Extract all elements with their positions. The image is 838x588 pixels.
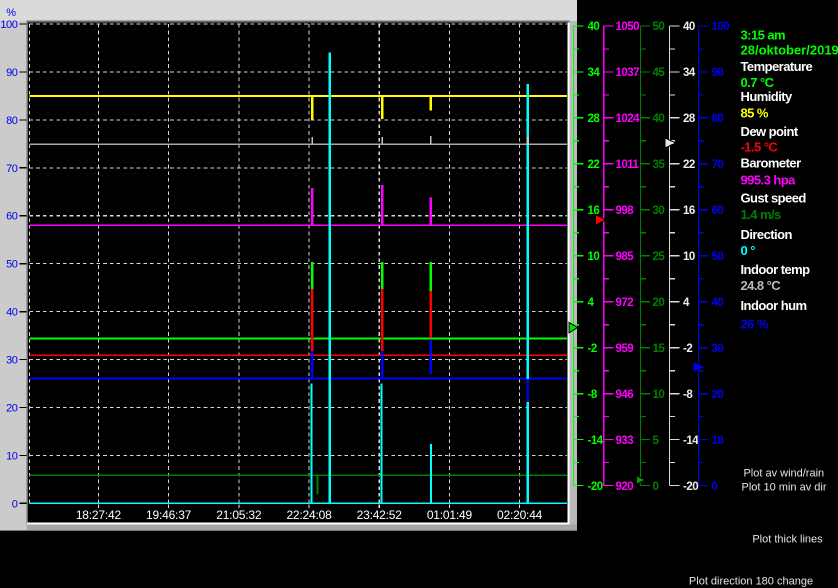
svg-text:10: 10 <box>683 251 695 263</box>
svg-text:22: 22 <box>683 159 695 171</box>
svg-text:24.8 °C: 24.8 °C <box>741 278 782 293</box>
svg-text:100: 100 <box>0 19 17 31</box>
svg-text:16: 16 <box>683 205 695 217</box>
svg-text:0.7 °C: 0.7 °C <box>741 75 775 90</box>
svg-text:80: 80 <box>6 115 18 127</box>
svg-text:1011: 1011 <box>616 159 640 171</box>
svg-text:-8: -8 <box>588 389 598 401</box>
svg-text:1050: 1050 <box>616 21 640 33</box>
svg-text:Temperature: Temperature <box>741 59 813 74</box>
svg-text:18:27:42: 18:27:42 <box>76 508 122 522</box>
svg-text:28: 28 <box>683 113 696 125</box>
svg-text:45: 45 <box>653 67 666 79</box>
svg-text:-20: -20 <box>683 481 698 493</box>
svg-text:0: 0 <box>12 498 18 510</box>
svg-text:20: 20 <box>712 389 724 401</box>
svg-text:Plot thick lines: Plot thick lines <box>752 534 823 546</box>
svg-text:4: 4 <box>588 297 595 309</box>
svg-text:34: 34 <box>683 67 696 79</box>
svg-text:Direction: Direction <box>741 227 793 242</box>
svg-text:10: 10 <box>588 251 600 263</box>
svg-text:10: 10 <box>6 450 18 462</box>
svg-text:100: 100 <box>712 21 730 33</box>
svg-text:-2: -2 <box>588 343 597 355</box>
svg-text:1.4 m/s: 1.4 m/s <box>741 207 782 222</box>
svg-text:985: 985 <box>616 251 635 263</box>
svg-text:Plot av wind/rain: Plot av wind/rain <box>743 468 824 480</box>
svg-text:15: 15 <box>653 343 666 355</box>
svg-text:40: 40 <box>683 21 695 33</box>
svg-text:40: 40 <box>6 307 18 319</box>
svg-text:959: 959 <box>616 343 634 355</box>
svg-text:28: 28 <box>588 113 601 125</box>
svg-text:40: 40 <box>712 297 724 309</box>
svg-text:30: 30 <box>653 205 665 217</box>
svg-text:%: % <box>6 7 16 19</box>
svg-text:1024: 1024 <box>616 113 641 125</box>
svg-text:70: 70 <box>6 163 18 175</box>
svg-text:Indoor temp: Indoor temp <box>741 262 811 277</box>
svg-text:5: 5 <box>653 435 660 447</box>
svg-text:28/oktober/2019: 28/oktober/2019 <box>741 43 838 58</box>
svg-text:35: 35 <box>653 159 666 171</box>
svg-text:26 %: 26 % <box>741 317 769 332</box>
svg-text:-1.5 °C: -1.5 °C <box>741 139 779 154</box>
svg-text:1037: 1037 <box>616 67 640 79</box>
svg-text:933: 933 <box>616 435 634 447</box>
svg-text:50: 50 <box>6 259 18 271</box>
svg-text:19:46:37: 19:46:37 <box>146 508 192 522</box>
svg-text:90: 90 <box>6 67 18 79</box>
svg-text:85 %: 85 % <box>741 106 769 121</box>
svg-text:Plot direction 180 change: Plot direction 180 change <box>689 576 813 588</box>
svg-text:Plot 10 min av dir: Plot 10 min av dir <box>742 482 827 494</box>
svg-text:972: 972 <box>616 297 634 309</box>
svg-text:0: 0 <box>712 481 718 493</box>
svg-text:80: 80 <box>712 113 724 125</box>
svg-text:34: 34 <box>588 67 601 79</box>
svg-text:40: 40 <box>588 21 600 33</box>
svg-text:Barometer: Barometer <box>741 156 802 171</box>
svg-text:25: 25 <box>653 251 666 263</box>
svg-text:30: 30 <box>6 355 18 367</box>
svg-text:20: 20 <box>6 402 18 414</box>
svg-text:10: 10 <box>653 389 665 401</box>
svg-text:Humidity: Humidity <box>741 89 794 104</box>
svg-text:60: 60 <box>712 205 724 217</box>
svg-text:20: 20 <box>653 297 665 309</box>
svg-text:920: 920 <box>616 481 634 493</box>
svg-text:22:24:08: 22:24:08 <box>286 508 332 522</box>
svg-text:946: 946 <box>616 389 634 401</box>
svg-text:0 °: 0 ° <box>741 243 756 258</box>
svg-text:Dew point: Dew point <box>741 124 799 139</box>
svg-text:995.3 hpa: 995.3 hpa <box>741 172 797 187</box>
svg-text:01:01:49: 01:01:49 <box>427 508 473 522</box>
svg-text:-14: -14 <box>588 435 604 447</box>
svg-text:998: 998 <box>616 205 635 217</box>
svg-text:-14: -14 <box>683 435 699 447</box>
svg-text:50: 50 <box>653 21 665 33</box>
svg-text:-2: -2 <box>683 343 692 355</box>
svg-text:90: 90 <box>712 67 724 79</box>
svg-text:70: 70 <box>712 159 724 171</box>
svg-text:40: 40 <box>653 113 665 125</box>
svg-text:10: 10 <box>712 435 724 447</box>
svg-text:Gust speed: Gust speed <box>741 191 807 206</box>
svg-text:60: 60 <box>6 211 18 223</box>
svg-text:22: 22 <box>588 159 600 171</box>
svg-text:0: 0 <box>653 481 659 493</box>
svg-text:30: 30 <box>712 343 724 355</box>
svg-text:21:05:32: 21:05:32 <box>216 508 262 522</box>
svg-text:3:15 am: 3:15 am <box>741 28 786 43</box>
svg-text:4: 4 <box>683 297 690 309</box>
svg-text:Indoor hum: Indoor hum <box>741 298 807 313</box>
svg-text:-20: -20 <box>588 481 603 493</box>
svg-text:02:20:44: 02:20:44 <box>497 508 543 522</box>
svg-text:50: 50 <box>712 251 724 263</box>
svg-text:-8: -8 <box>683 389 693 401</box>
svg-text:23:42:52: 23:42:52 <box>357 508 403 522</box>
